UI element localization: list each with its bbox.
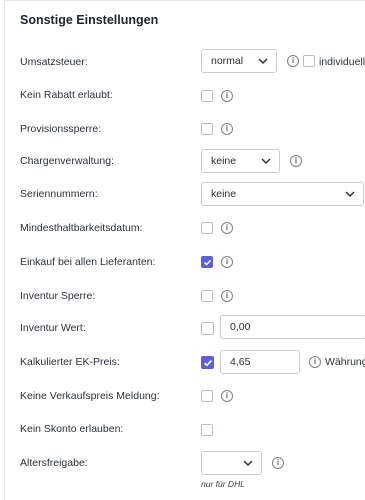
section-title: Sonstige Einstellungen <box>20 13 159 27</box>
chargenverwaltung-select[interactable]: keine <box>201 149 280 173</box>
info-icon[interactable]: i <box>221 390 233 402</box>
info-icon[interactable]: i <box>221 90 233 102</box>
einkauf-checkbox[interactable] <box>201 256 213 268</box>
checkmark-icon <box>203 259 212 266</box>
kein-skonto-checkbox[interactable] <box>201 424 213 436</box>
ek-preis-checkbox[interactable] <box>201 356 214 369</box>
info-icon[interactable]: i <box>287 55 299 67</box>
ek-preis-label: Kalkulierter EK-Preis: <box>20 356 120 368</box>
info-icon[interactable]: i <box>309 356 321 368</box>
inventur-wert-input[interactable]: 0,00 <box>220 315 365 339</box>
inventur-wert-label: Inventur Wert: <box>20 322 86 334</box>
umsatzsteuer-label: Umsatzsteuer: <box>20 56 88 68</box>
inventur-sperre-label: Inventur Sperre: <box>20 290 96 302</box>
ek-preis-input[interactable]: 4,65 <box>220 350 300 374</box>
seriennummern-select[interactable]: keine <box>201 182 364 206</box>
keine-vk-meldung-label: Keine Verkaufspreis Meldung: <box>20 390 160 402</box>
altersfreigabe-label: Altersfreigabe: <box>20 457 88 469</box>
inventur-sperre-checkbox[interactable] <box>201 290 213 302</box>
inventur-wert-value: 0,00 <box>230 321 251 333</box>
keine-vk-meldung-checkbox[interactable] <box>201 390 213 402</box>
info-icon[interactable]: i <box>221 222 233 234</box>
chargenverwaltung-label: Chargenverwaltung: <box>20 155 114 167</box>
umsatzsteuer-select[interactable]: normal <box>201 49 277 73</box>
chargenverwaltung-select-value: keine <box>211 155 237 167</box>
provisionssperre-checkbox[interactable] <box>201 123 213 135</box>
individuelle-label: individuelle <box>319 56 365 68</box>
kein-skonto-label: Kein Skonto erlauben: <box>20 423 124 435</box>
inventur-wert-checkbox[interactable] <box>201 322 214 335</box>
info-icon[interactable]: i <box>221 256 233 268</box>
altersfreigabe-select[interactable] <box>201 451 262 475</box>
seriennummern-select-value: keine <box>211 188 237 200</box>
seriennummern-label: Seriennummern: <box>20 188 98 200</box>
settings-panel: Sonstige Einstellungen Umsatzsteuer: nor… <box>4 0 365 500</box>
chevron-down-icon <box>261 158 271 164</box>
chevron-down-icon <box>345 191 355 197</box>
provisionssperre-label: Provisionssperre: <box>20 123 102 135</box>
einkauf-label: Einkauf bei allen Lieferanten: <box>20 256 156 268</box>
mhd-label: Mindesthaltbarkeitsdatum: <box>20 222 143 234</box>
info-icon[interactable]: i <box>272 457 284 469</box>
umsatzsteuer-select-value: normal <box>211 55 244 67</box>
ek-preis-value: 4,65 <box>230 356 251 368</box>
kein-rabatt-checkbox[interactable] <box>201 90 213 102</box>
kein-rabatt-label: Kein Rabatt erlaubt: <box>20 89 113 101</box>
altersfreigabe-note: nur für DHL <box>201 479 245 489</box>
mhd-checkbox[interactable] <box>201 222 213 234</box>
waehrung-label: Währung: <box>325 356 365 368</box>
info-icon[interactable]: i <box>290 155 302 167</box>
chevron-down-icon <box>258 58 268 64</box>
info-icon[interactable]: i <box>221 123 233 135</box>
checkmark-icon <box>204 359 213 367</box>
individuelle-checkbox[interactable] <box>303 55 315 67</box>
info-icon[interactable]: i <box>221 290 233 302</box>
chevron-down-icon <box>243 460 253 466</box>
